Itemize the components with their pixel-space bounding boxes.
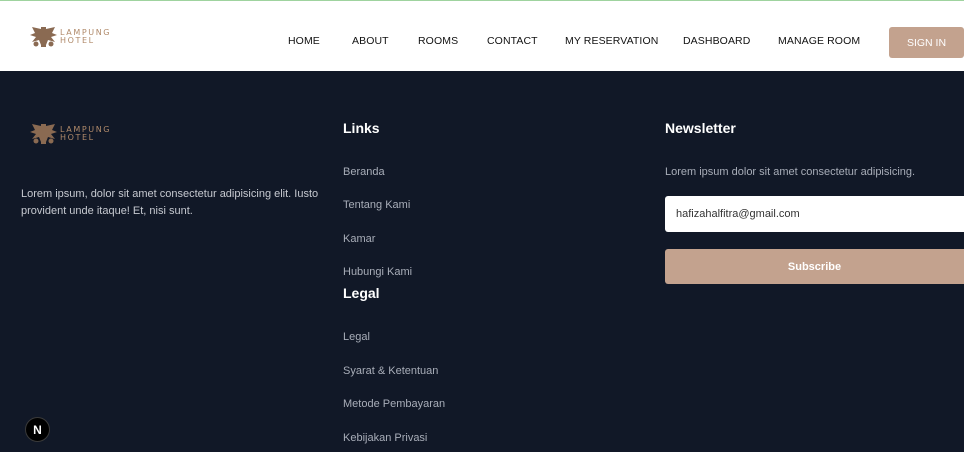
footer-link-hubungi-kami[interactable]: Hubungi Kami xyxy=(343,266,412,278)
nav-rooms[interactable]: ROOMS xyxy=(418,35,458,47)
footer-description: Lorem ipsum, dolor sit amet consectetur … xyxy=(21,188,319,217)
subscribe-button[interactable]: Subscribe xyxy=(665,249,964,284)
newsletter-heading: Newsletter xyxy=(665,120,736,136)
nav-dashboard[interactable]: DASHBOARD xyxy=(683,35,750,47)
footer-link-legal[interactable]: Legal xyxy=(343,331,370,343)
newsletter-text: Lorem ipsum dolor sit amet consectetur a… xyxy=(665,166,916,178)
sign-in-button[interactable]: SIGN IN xyxy=(889,27,964,58)
footer-link-metode-pembayaran[interactable]: Metode Pembayaran xyxy=(343,398,445,410)
footer-link-syarat-ketentuan[interactable]: Syarat & Ketentuan xyxy=(343,365,438,377)
legal-heading: Legal xyxy=(343,285,380,301)
nav-contact[interactable]: CONTACT xyxy=(487,35,538,47)
site-header: LAMPUNG HOTEL HOME ABOUT ROOMS CONTACT M… xyxy=(0,1,964,71)
nav-about[interactable]: ABOUT xyxy=(352,35,389,47)
nav-my-reservation[interactable]: MY RESERVATION xyxy=(565,35,658,47)
nav-manage-room[interactable]: MANAGE ROOM xyxy=(778,35,860,47)
footer-link-tentang-kami[interactable]: Tentang Kami xyxy=(343,199,410,211)
footer-logo[interactable]: LAMPUNG HOTEL xyxy=(30,124,111,144)
links-heading: Links xyxy=(343,120,380,136)
hotel-logo-icon xyxy=(30,124,57,144)
nav-home[interactable]: HOME xyxy=(288,35,320,47)
logo-line-2: HOTEL xyxy=(60,36,95,45)
footer-logo-line-2: HOTEL xyxy=(60,133,95,142)
newsletter-email-input[interactable] xyxy=(665,196,964,232)
dev-tools-badge[interactable]: N xyxy=(25,417,50,442)
footer-link-beranda[interactable]: Beranda xyxy=(343,166,385,178)
footer-link-kamar[interactable]: Kamar xyxy=(343,233,375,245)
footer-link-kebijakan-privasi[interactable]: Kebijakan Privasi xyxy=(343,432,427,444)
header-logo[interactable]: LAMPUNG HOTEL xyxy=(30,27,111,47)
hotel-logo-icon xyxy=(30,27,57,47)
